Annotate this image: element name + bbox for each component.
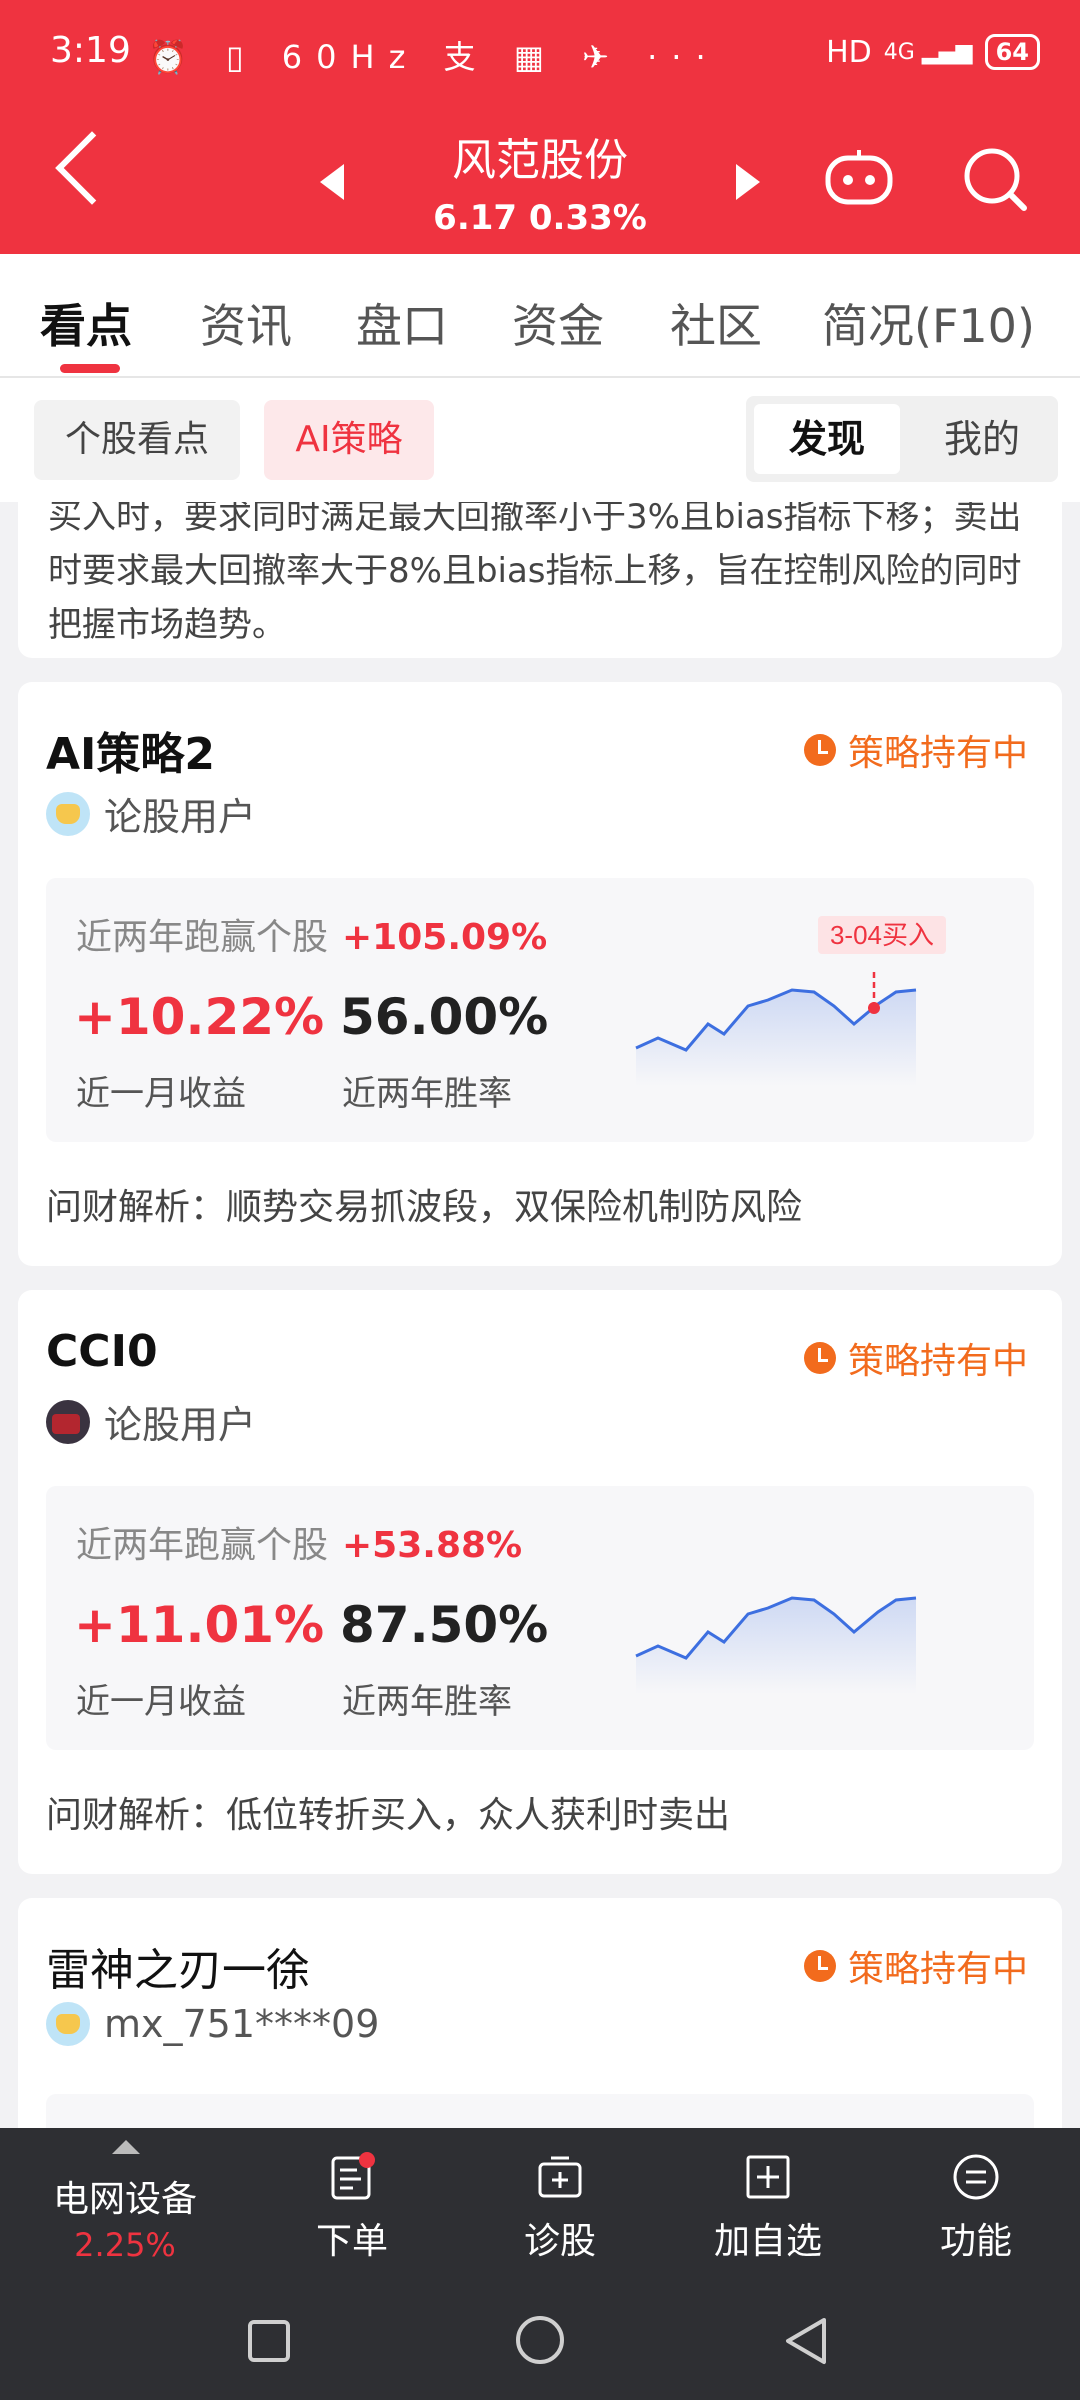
system-nav-bar <box>0 2280 1080 2400</box>
chip-ai-strategy[interactable]: AI策略 <box>264 400 434 480</box>
stock-quote: 6.17 0.33% <box>433 198 647 238</box>
author[interactable]: 论股用户 <box>46 786 256 841</box>
add-watchlist-icon <box>746 2155 790 2199</box>
battery-icon: 64 <box>984 34 1040 70</box>
strategy-title: AI策略2 <box>46 729 216 780</box>
author-name: mx_751****09 <box>104 2002 380 2046</box>
functions-button[interactable]: 功能 <box>906 2128 1046 2280</box>
search-icon[interactable] <box>962 146 1028 216</box>
back-icon[interactable] <box>55 131 129 205</box>
tab-funds[interactable]: 资金 <box>512 290 604 356</box>
strategy-card[interactable]: 雷神之刃一徐 策略持有中 mx_751****09 <box>18 1898 1062 2128</box>
strategy-list[interactable]: 买入时，要求同时满足最大回撤率小于3%且bias指标下移；卖出时要求最大回撤率大… <box>0 502 1080 2128</box>
main-tabs: 看点 资讯 盘口 资金 社区 简况(F10) <box>0 254 1080 378</box>
author-name: 论股用户 <box>104 795 257 839</box>
tab-highlights[interactable]: 看点 <box>40 290 132 356</box>
diagnose-button[interactable]: 诊股 <box>490 2128 630 2280</box>
clock-icon <box>803 1950 836 1982</box>
strategy-card[interactable]: CCI0 策略持有中 论股用户 近两年跑赢个股 +53.88% +11.01% 近… <box>18 1290 1062 1874</box>
sector-ticker[interactable]: 电网设备 2.25% <box>20 2128 230 2280</box>
sector-change: 2.25% <box>74 2226 176 2264</box>
buy-marker-label: 3-04买入 <box>830 920 934 950</box>
monthly-return: +11.01% <box>74 1596 325 1654</box>
win-rate-label: 近两年胜率 <box>342 1074 512 1114</box>
tab-order-book[interactable]: 盘口 <box>356 290 448 356</box>
strategy-description: 买入时，要求同时满足最大回撤率小于3%且bias指标下移；卖出时要求最大回撤率大… <box>48 502 1022 645</box>
tab-f10[interactable]: 简况(F10) <box>822 290 1035 356</box>
active-tab-indicator <box>60 364 120 373</box>
win-rate: 87.50% <box>340 1596 549 1654</box>
order-icon <box>331 2152 375 2200</box>
network-type: HD <box>826 34 872 70</box>
home-icon[interactable] <box>514 2314 566 2366</box>
back-nav-icon[interactable] <box>782 2316 830 2366</box>
status-label: 策略持有中 <box>847 1949 1028 1990</box>
avatar <box>46 791 90 836</box>
performance-sparkline: 3-04买入 <box>635 916 946 1086</box>
monthly-return: +10.22% <box>74 988 325 1046</box>
sector-name: 电网设备 <box>52 2179 197 2220</box>
discover-mine-toggle: 发现 我的 <box>746 396 1058 482</box>
strategy-analysis: 问财解析：低位转折买入，众人获利时卖出 <box>46 1795 731 1836</box>
stock-name: 风范股份 <box>452 135 628 186</box>
author[interactable]: 论股用户 <box>46 1394 256 1449</box>
status-label: 策略持有中 <box>847 1341 1028 1382</box>
bottom-toolbar: 电网设备 2.25% 下单 诊股 加自选 功能 <box>0 2128 1080 2280</box>
performance-panel: 近两年跑赢个股 +105.09% +10.22% 近一月收益 56.00% 近两年… <box>46 878 1034 1142</box>
beat-value: +53.88% <box>342 1525 523 1566</box>
avatar <box>46 2002 90 2046</box>
performance-panel <box>46 2094 1034 2128</box>
status-time: 3:19 <box>50 30 131 71</box>
beat-label: 近两年跑赢个股 <box>76 917 329 958</box>
diagnose-icon <box>538 2156 582 2198</box>
menu-icon <box>953 2154 999 2200</box>
monthly-return-label: 近一月收益 <box>76 1682 246 1722</box>
recent-apps-icon[interactable] <box>246 2318 292 2364</box>
order-button[interactable]: 下单 <box>282 2128 422 2280</box>
strategy-status: 策略持有中 <box>803 1332 1028 1384</box>
strategy-description-card[interactable]: 买入时，要求同时满足最大回撤率小于3%且bias指标下移；卖出时要求最大回撤率大… <box>18 502 1062 658</box>
status-right: HD 4G ▂▄▆ 64 <box>826 34 1040 70</box>
signal-icon: 4G ▂▄▆ <box>883 39 973 65</box>
author[interactable]: mx_751****09 <box>46 2002 379 2046</box>
monthly-return-label: 近一月收益 <box>76 1074 246 1114</box>
strategy-title: CCI0 <box>46 1326 158 1377</box>
strategy-card[interactable]: AI策略2 策略持有中 论股用户 近两年跑赢个股 +105.09% +10.22%… <box>18 682 1062 1266</box>
win-rate-label: 近两年胜率 <box>342 1682 512 1722</box>
strategy-status: 策略持有中 <box>803 1940 1028 1992</box>
order-label: 下单 <box>315 2221 388 2262</box>
chip-stock-view[interactable]: 个股看点 <box>34 400 240 480</box>
robot-assistant-icon[interactable] <box>824 150 894 206</box>
segment-discover[interactable]: 发现 <box>754 404 900 474</box>
sub-tab-bar: 个股看点 AI策略 发现 我的 <box>0 378 1080 502</box>
tab-community[interactable]: 社区 <box>670 290 762 356</box>
author-name: 论股用户 <box>104 1403 257 1447</box>
avatar <box>46 1399 90 1444</box>
diagnose-label: 诊股 <box>523 2221 596 2262</box>
functions-label: 功能 <box>939 2221 1012 2262</box>
beat-value: +105.09% <box>342 917 548 958</box>
beat-stock-row: 近两年跑赢个股 +53.88% <box>76 1516 522 1568</box>
next-stock-icon[interactable] <box>736 164 760 200</box>
strategy-analysis: 问财解析：顺势交易抓波段，双保险机制防风险 <box>46 1187 803 1228</box>
clock-icon <box>803 1342 836 1374</box>
strategy-title: 雷神之刃一徐 <box>46 1945 310 1996</box>
segment-mine[interactable]: 我的 <box>912 404 1052 474</box>
beat-stock-row: 近两年跑赢个股 +105.09% <box>76 908 547 960</box>
tab-news[interactable]: 资讯 <box>200 290 292 356</box>
status-label: 策略持有中 <box>847 733 1028 774</box>
expand-up-icon <box>112 2140 140 2154</box>
add-watchlist-label: 加自选 <box>713 2221 822 2262</box>
beat-label: 近两年跑赢个股 <box>76 1525 329 1566</box>
clock-icon <box>803 734 836 766</box>
app-header: 3:19 ⏰ ▯ 60Hz 支 ▦ ✈ ··· HD 4G ▂▄▆ 64 风范股… <box>0 0 1080 254</box>
status-notification-icons: ⏰ ▯ 60Hz 支 ▦ ✈ ··· <box>148 38 720 76</box>
win-rate: 56.00% <box>340 988 549 1046</box>
add-watchlist-button[interactable]: 加自选 <box>698 2128 838 2280</box>
performance-sparkline <box>635 1596 917 1694</box>
strategy-status: 策略持有中 <box>803 724 1028 776</box>
performance-panel: 近两年跑赢个股 +53.88% +11.01% 近一月收益 87.50% 近两年胜… <box>46 1486 1034 1750</box>
